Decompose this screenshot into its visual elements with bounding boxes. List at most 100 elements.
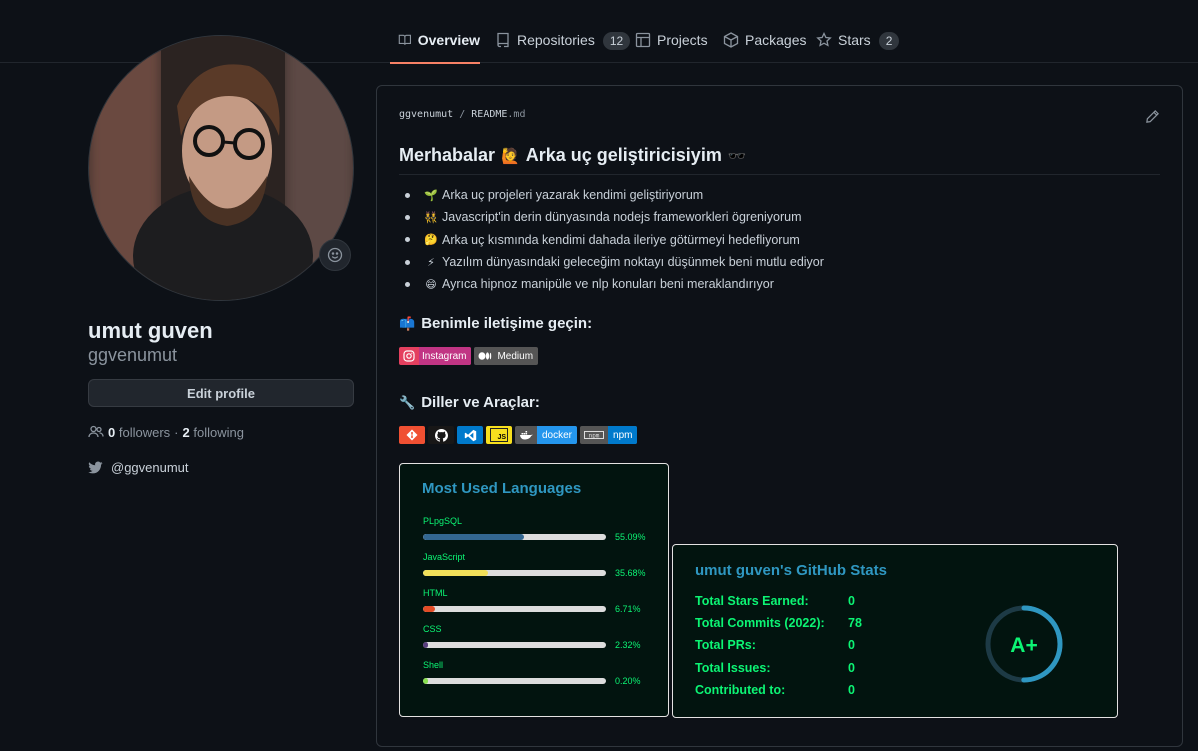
language-row: HTML 6.71% — [423, 588, 663, 614]
tab-packages[interactable]: Packages — [723, 26, 806, 64]
twitter-handle: @ggvenumut — [111, 460, 189, 475]
instagram-badge[interactable]: Instagram — [399, 347, 472, 365]
star-icon — [816, 32, 832, 47]
stat-value: 0 — [848, 594, 855, 608]
language-bar-fill — [423, 534, 524, 540]
vscode-badge[interactable] — [457, 426, 483, 444]
repo-icon — [497, 32, 509, 48]
tools-heading: 🔧 Diller ve Araçlar: — [399, 394, 540, 411]
tab-stars[interactable]: Stars 2 — [816, 26, 900, 64]
language-name: HTML — [423, 588, 448, 598]
medium-icon — [474, 347, 496, 365]
bullet-emoji: 😄 — [425, 278, 437, 291]
language-percent: 0.20% — [615, 676, 641, 686]
git-icon — [406, 429, 418, 441]
readme-heading: Merhabalar 🙋 Arka uç geliştiricisiyim 🕶️ — [399, 141, 1160, 175]
followers-link[interactable]: 0 followers — [108, 425, 170, 440]
language-bar-fill — [423, 570, 489, 576]
readme-bullet-list: 🌱 Arka uç projeleri yazarak kendimi geliş… — [399, 184, 824, 295]
list-item: 🤔 Arka uç kısmında kendimi dahada ileriye… — [399, 229, 824, 251]
tools-heading-text: Diller ve Araçlar: — [421, 394, 540, 411]
badge-label: Medium — [497, 350, 534, 362]
pencil-icon — [1146, 110, 1159, 123]
bullet-text: Ayrıca hipnoz manipüle ve nlp konuları b… — [442, 277, 774, 292]
edit-profile-button[interactable]: Edit profile — [88, 379, 354, 407]
javascript-badge[interactable]: JS — [486, 426, 512, 444]
tab-label: Projects — [657, 32, 708, 48]
twitter-icon — [88, 461, 103, 474]
stars-count-badge: 2 — [878, 32, 900, 50]
set-status-button[interactable] — [319, 239, 351, 271]
badge-label: docker — [537, 426, 578, 444]
follow-stats: 0 followers · 2 following — [88, 424, 244, 440]
list-item: 😄 Ayrıca hipnoz manipüle ve nlp konuları … — [399, 273, 824, 295]
stat-value: 0 — [848, 638, 855, 652]
bullet-emoji: 👯 — [424, 211, 438, 224]
following-label: following — [193, 424, 244, 440]
language-row: PLpgSQL 55.09% — [423, 516, 663, 542]
bullet-text: Javascript'in derin dünyasında nodejs fr… — [442, 210, 802, 225]
profile-username: ggvenumut — [88, 345, 178, 365]
twitter-link[interactable]: @ggvenumut — [88, 460, 189, 475]
svg-text:npm: npm — [589, 432, 600, 439]
tab-projects[interactable]: Projects — [635, 26, 708, 64]
bullet-dot — [405, 192, 410, 198]
tool-badges: JS docker npm npm — [399, 426, 638, 444]
language-name: JavaScript — [423, 552, 466, 562]
bullet-text: Yazılım dünyasındaki geleceğim noktayı d… — [442, 255, 824, 270]
tab-overview[interactable]: Overview — [390, 26, 480, 64]
stat-value: 0 — [848, 661, 855, 675]
mailbox-emoji: 📫 — [399, 315, 416, 331]
bullet-dot — [405, 259, 410, 265]
package-icon — [723, 32, 739, 48]
language-percent: 55.09% — [615, 532, 646, 542]
medium-badge[interactable]: Medium — [474, 347, 539, 365]
javascript-icon: JS — [490, 428, 508, 442]
separator-dot: · — [174, 424, 179, 440]
avatar-photo — [89, 36, 353, 300]
tab-label: Overview — [417, 32, 480, 48]
stat-value: 0 — [848, 683, 855, 697]
following-link[interactable]: 2 following — [183, 425, 244, 440]
language-name: PLpgSQL — [423, 516, 463, 526]
stat-label: Contributed to: — [695, 683, 786, 697]
docker-badge[interactable]: docker — [515, 426, 578, 444]
breadcrumb-user[interactable]: ggvenumut — [399, 109, 453, 120]
most-used-languages-card: Most Used Languages PLpgSQL 55.09% JavaScr… — [399, 463, 669, 717]
grade-text: A+ — [1010, 634, 1037, 657]
language-bar — [423, 606, 606, 612]
github-stats-card: umut guven's GitHub Stats Total Stars Ea… — [672, 544, 1118, 718]
tab-label: Stars — [838, 32, 871, 48]
language-bar-fill — [423, 606, 436, 612]
language-row: JavaScript 35.68% — [423, 552, 663, 578]
list-item: 👯 Javascript'in derin dünyasında nodejs f… — [399, 206, 824, 228]
edit-readme-button[interactable] — [1145, 109, 1160, 124]
bullet-text: Arka uç projeleri yazarak kendimi gelişt… — [442, 188, 704, 203]
table-icon — [635, 32, 651, 48]
language-bar — [423, 642, 606, 648]
npm-badge[interactable]: npm npm — [580, 426, 638, 444]
card-title: umut guven's GitHub Stats — [695, 562, 887, 579]
bullet-text: Arka uç kısmında kendimi dahada ileriye … — [442, 232, 800, 247]
bullet-dot — [405, 214, 410, 220]
docker-icon — [515, 426, 537, 444]
stat-label: Total Commits (2022): — [695, 616, 825, 630]
language-bar-fill — [423, 678, 428, 684]
github-badge[interactable] — [428, 426, 454, 444]
badge-label: npm — [608, 426, 638, 444]
wrench-emoji: 🔧 — [399, 394, 416, 410]
git-badge[interactable] — [399, 426, 425, 444]
tab-repositories[interactable]: Repositories 12 — [495, 26, 631, 64]
vscode-icon — [464, 429, 476, 441]
bullet-dot — [405, 281, 410, 287]
followers-count: 0 — [108, 424, 116, 440]
language-bar — [423, 570, 606, 576]
avatar[interactable] — [88, 35, 354, 301]
repo-count-badge: 12 — [602, 32, 631, 50]
stat-label: Total PRs: — [695, 638, 756, 652]
smiley-icon — [327, 247, 343, 263]
bullet-emoji: ⚡ — [427, 256, 435, 269]
stat-label: Total Issues: — [695, 661, 771, 675]
heading-text: Merhabalar — [399, 145, 496, 165]
badge-label: Instagram — [419, 347, 472, 365]
